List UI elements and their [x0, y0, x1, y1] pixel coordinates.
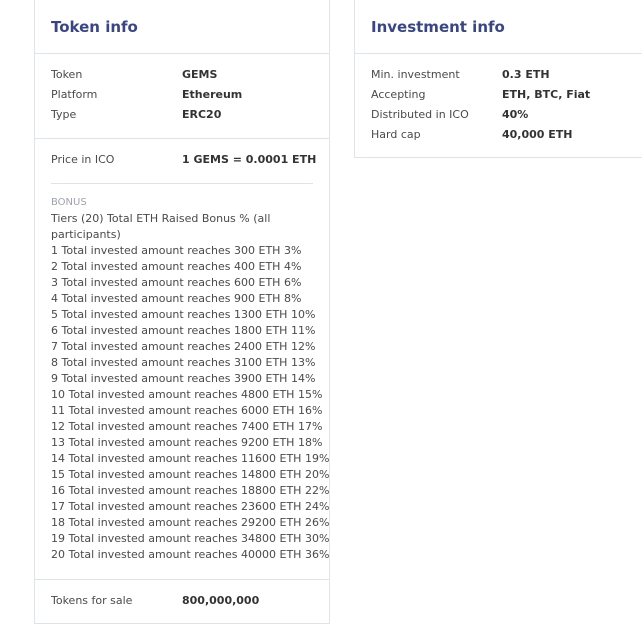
- bonus-intro: Tiers (20) Total ETH Raised Bonus % (all…: [51, 212, 271, 241]
- bonus-tier: 1 Total invested amount reaches 300 ETH …: [51, 244, 302, 257]
- bonus-tier: 16 Total invested amount reaches 18800 E…: [51, 484, 330, 497]
- token-label: Token: [51, 68, 83, 81]
- min-investment-label: Min. investment: [371, 68, 460, 81]
- hard-cap-value: 40,000 ETH: [502, 128, 573, 141]
- bonus-tier: 14 Total invested amount reaches 11600 E…: [51, 452, 330, 465]
- bonus-title: BONUS: [51, 197, 87, 208]
- bonus-tier: 15 Total invested amount reaches 14800 E…: [51, 468, 330, 481]
- divider: [35, 579, 329, 580]
- bonus-tier: 17 Total invested amount reaches 23600 E…: [51, 500, 330, 513]
- distributed-value: 40%: [502, 108, 529, 121]
- accepting-value: ETH, BTC, Fiat: [502, 88, 591, 101]
- min-investment-value: 0.3 ETH: [502, 68, 550, 81]
- accepting-label: Accepting: [371, 88, 426, 101]
- bonus-tier: 4 Total invested amount reaches 900 ETH …: [51, 292, 302, 305]
- price-label: Price in ICO: [51, 153, 115, 166]
- bonus-tier: 3 Total invested amount reaches 600 ETH …: [51, 276, 302, 289]
- investment-info-title: Investment info: [371, 18, 505, 36]
- bonus-tier: 7 Total invested amount reaches 2400 ETH…: [51, 340, 316, 353]
- divider: [51, 183, 313, 184]
- bonus-tier: 11 Total invested amount reaches 6000 ET…: [51, 404, 323, 417]
- tokens-for-sale-value: 800,000,000: [182, 594, 260, 607]
- divider: [35, 138, 329, 139]
- token-value: GEMS: [182, 68, 218, 81]
- bonus-tier: 5 Total invested amount reaches 1300 ETH…: [51, 308, 316, 321]
- tokens-for-sale-label: Tokens for sale: [51, 594, 133, 607]
- price-value: 1 GEMS = 0.0001 ETH: [182, 153, 317, 166]
- platform-value: Ethereum: [182, 88, 243, 101]
- distributed-label: Distributed in ICO: [371, 108, 469, 121]
- bonus-tier: 12 Total invested amount reaches 7400 ET…: [51, 420, 323, 433]
- bonus-tier: 6 Total invested amount reaches 1800 ETH…: [51, 324, 316, 337]
- bonus-tier: 19 Total invested amount reaches 34800 E…: [51, 532, 330, 545]
- investment-info-card: Investment info Min. investment 0.3 ETH …: [354, 0, 642, 158]
- divider: [355, 53, 642, 54]
- bonus-tier: 18 Total invested amount reaches 29200 E…: [51, 516, 330, 529]
- bonus-tier: 20 Total invested amount reaches 40000 E…: [51, 548, 330, 561]
- type-label: Type: [51, 108, 77, 121]
- platform-label: Platform: [51, 88, 98, 101]
- bonus-tier: 13 Total invested amount reaches 9200 ET…: [51, 436, 323, 449]
- bonus-details: Tiers (20) Total ETH Raised Bonus % (all…: [51, 211, 330, 563]
- divider: [35, 53, 329, 54]
- bonus-tier: 2 Total invested amount reaches 400 ETH …: [51, 260, 302, 273]
- bonus-tier: 9 Total invested amount reaches 3900 ETH…: [51, 372, 316, 385]
- token-info-card: Token info Token GEMS Platform Ethereum …: [34, 0, 330, 624]
- bonus-tier: 10 Total invested amount reaches 4800 ET…: [51, 388, 323, 401]
- hard-cap-label: Hard cap: [371, 128, 421, 141]
- bonus-tier: 8 Total invested amount reaches 3100 ETH…: [51, 356, 316, 369]
- type-value: ERC20: [182, 108, 222, 121]
- token-info-title: Token info: [51, 18, 138, 36]
